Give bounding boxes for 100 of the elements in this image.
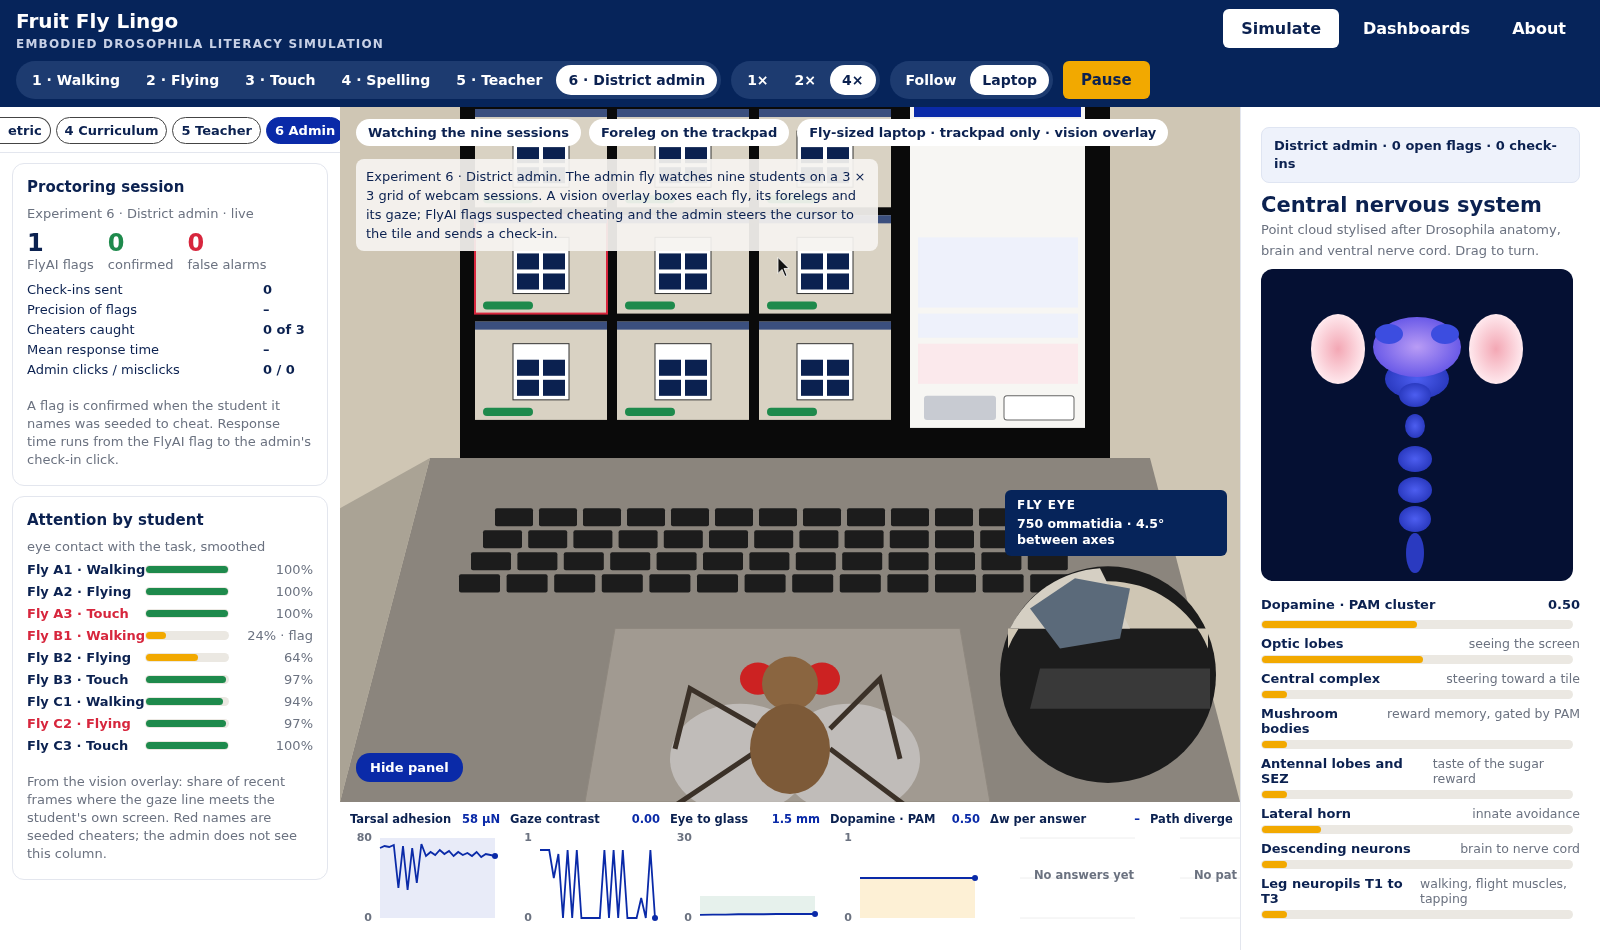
- speed-option[interactable]: 2×: [782, 65, 829, 95]
- experiment-tab[interactable]: 1 · Walking: [20, 65, 133, 95]
- metric-value: –: [263, 302, 271, 317]
- nav-link[interactable]: Simulate: [1223, 9, 1339, 48]
- card-title: Attention by student: [27, 511, 205, 529]
- card-note: A flag is confirmed when the student it names was seeded to cheat. Response time runs from the FlyAI flag to the admin's check-in click.: [27, 397, 312, 469]
- student-name: Fly A1 · Walking: [27, 562, 145, 577]
- metric-value: 0: [263, 282, 274, 297]
- nav-link[interactable]: About: [1494, 9, 1584, 48]
- nav-link[interactable]: Dashboards: [1345, 9, 1489, 48]
- experiment-tab[interactable]: 2 · Flying: [134, 65, 232, 95]
- region-name: Leg neuropils T1 to T3: [1261, 876, 1404, 906]
- metric-label: Cheaters caught: [27, 322, 136, 337]
- dopamine-label: Dopamine · PAM cluster: [1261, 597, 1436, 612]
- chart-title: Δw per answer: [990, 812, 1087, 826]
- chart-reading: 0.00: [631, 812, 660, 826]
- panel-tab[interactable]: 4 Curriculum: [55, 117, 168, 144]
- fly-eye-text: 750 ommatidia · 4.5° between axes: [1017, 516, 1166, 548]
- card-note: From the vision overlay: share of recent frames where the gaze line meets the student's own screen. Red names are seeded cheaters; the admin does not see this column.: [27, 773, 299, 863]
- chart-reading: 1.5 mm: [771, 812, 820, 826]
- axis-tick: 0: [524, 911, 532, 924]
- chart-title: Dopamine · PAM: [830, 812, 936, 826]
- region-description: innate avoidance: [1472, 806, 1580, 821]
- stat-label: confirmed: [107, 257, 174, 272]
- experiment-tab[interactable]: 4 · Spelling: [329, 65, 443, 95]
- metric-value: 0 / 0: [263, 362, 296, 377]
- hide-panel-button[interactable]: Hide panel: [356, 753, 463, 782]
- experiment-tab[interactable]: 6 · District admin: [556, 65, 718, 95]
- stat-value: 0: [107, 229, 126, 257]
- chart-reading: 58 µN: [461, 812, 500, 826]
- chart-title: Tarsal adhesion: [350, 812, 452, 826]
- section-title: Central nervous system: [1261, 193, 1543, 217]
- fly-eye-title: FLY EYE: [1017, 498, 1077, 512]
- attention-value: 97%: [283, 716, 313, 731]
- region-name: Central complex: [1261, 671, 1381, 686]
- chart-title: Eye to glass: [670, 812, 749, 826]
- end-point: [812, 911, 818, 917]
- axis-tick: 1: [524, 831, 532, 844]
- stat-value: 0: [187, 229, 206, 257]
- panel-tab[interactable]: 5 Teacher: [172, 117, 261, 144]
- attention-value: 94%: [283, 694, 313, 709]
- speed-option[interactable]: 4×: [830, 65, 876, 95]
- end-point: [972, 875, 978, 881]
- axis-tick: 30: [676, 831, 692, 844]
- pause-button[interactable]: Pause: [1063, 61, 1150, 99]
- chart-reading: 0.50: [951, 812, 980, 826]
- region-name: Antennal lobes and SEZ: [1261, 756, 1404, 786]
- attention-value: 64%: [283, 650, 313, 665]
- student-name: Fly C1 · Walking: [27, 694, 145, 709]
- axis-tick: 0: [844, 911, 852, 924]
- chart-reading: –: [1134, 812, 1140, 826]
- experiment-tab[interactable]: 3 · Touch: [233, 65, 328, 95]
- stat-label: FlyAI flags: [27, 257, 94, 272]
- panel-tab[interactable]: etric: [0, 117, 51, 144]
- region-description: walking, flight muscles, tapping: [1420, 876, 1569, 906]
- axis-tick: 1: [844, 831, 852, 844]
- status-banner: District admin · 0 open flags · 0 check-ins: [1261, 127, 1580, 183]
- metric-value: 0 of 3: [263, 322, 306, 337]
- attention-value: 100%: [274, 584, 313, 599]
- attention-value: 100%: [274, 606, 313, 621]
- stat-label: false alarms: [187, 257, 267, 272]
- region-description: steering toward a tile: [1446, 671, 1580, 686]
- section-description: Point cloud stylised after Drosophila anatomy, brain and ventral nerve cord. Drag to turn.: [1261, 221, 1562, 260]
- empty-chart-text: No answers yet: [1034, 868, 1135, 882]
- axis-tick: 0: [684, 911, 692, 924]
- experiment-tab[interactable]: 5 · Teacher: [444, 65, 555, 95]
- attention-value: 24% · flag: [246, 628, 313, 643]
- chart-title: Gaze contrast: [510, 812, 600, 826]
- metric-label: Check-ins sent: [27, 282, 124, 297]
- app-title: Fruit Fly Lingo: [16, 9, 180, 33]
- region-description: taste of the sugar reward: [1432, 756, 1545, 786]
- region-name: Descending neurons: [1261, 841, 1411, 856]
- end-point: [652, 915, 658, 921]
- empty-chart-text: No pat: [1194, 868, 1238, 882]
- attention-value: 100%: [274, 738, 313, 753]
- cursor-icon: [777, 257, 790, 277]
- camera-option[interactable]: Follow: [893, 65, 969, 95]
- metric-label: Admin clicks / misclicks: [27, 362, 181, 377]
- region-name: Lateral horn: [1261, 806, 1352, 821]
- region-name: Optic lobes: [1261, 636, 1344, 651]
- end-point: [492, 853, 498, 859]
- region-description: seeing the screen: [1468, 636, 1580, 651]
- student-name: Fly B2 · Flying: [27, 650, 133, 665]
- metric-value: –: [263, 342, 271, 357]
- speed-option[interactable]: 1×: [735, 65, 781, 95]
- region-description: brain to nerve cord: [1460, 841, 1580, 856]
- card-subtitle: eye contact with the task, smoothed: [27, 539, 267, 554]
- attention-value: 100%: [274, 562, 313, 577]
- metric-label: Precision of flags: [27, 302, 138, 317]
- scene-caption: Experiment 6 · District admin. The admin fly watches nine students on a 3 × 3 grid of webcam sessions. A vision overlay boxes each fly, its forelegs and its gaze; FlyAI flags suspected cheating and the admin steers the cursor to the tile and sends a check-in.: [356, 159, 878, 251]
- chart-title: Path diverge: [1150, 812, 1233, 826]
- student-name: Fly A3 · Touch: [27, 606, 130, 621]
- student-name: Fly C3 · Touch: [27, 738, 130, 753]
- student-name: Fly B3 · Touch: [27, 672, 130, 687]
- camera-option[interactable]: Laptop: [970, 65, 1050, 95]
- scene-chip: Watching the nine sessions: [356, 119, 581, 146]
- scene-chip: Fly-sized laptop · trackpad only · vision overlay: [797, 119, 1169, 146]
- student-name: Fly B1 · Walking: [27, 628, 145, 643]
- panel-tab[interactable]: 6 Admin: [266, 117, 340, 144]
- attention-value: 97%: [283, 672, 313, 687]
